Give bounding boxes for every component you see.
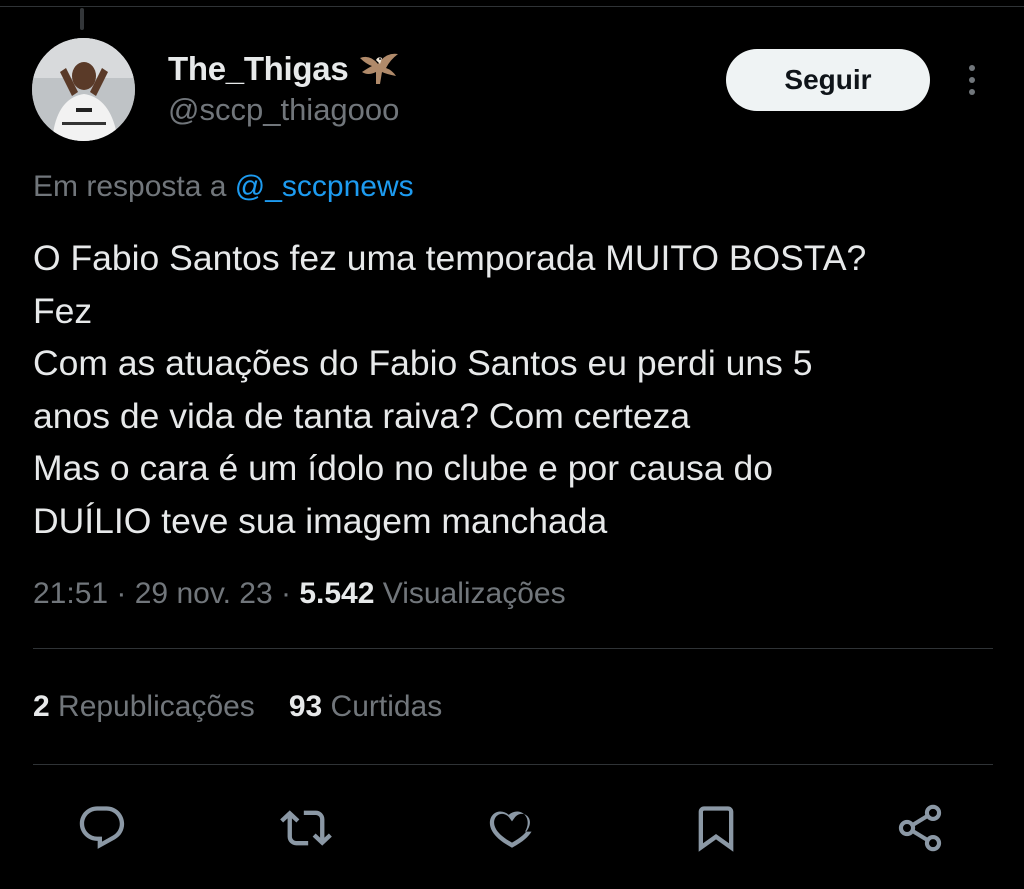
tweet-detail: The_Thigas @sccp_thiagooo Seguir Em resp… [0, 0, 1024, 889]
follow-button[interactable]: Seguir [726, 49, 930, 111]
reply-context: Em resposta a @_sccpnews [33, 170, 414, 204]
share-icon [898, 804, 942, 852]
tweet-date[interactable]: 29 nov. 23 [135, 577, 273, 610]
likes-count: 93 [288, 690, 323, 723]
reposts-label: Republicações [49, 690, 255, 723]
like-button[interactable] [484, 800, 540, 856]
reply-prefix: Em resposta a [33, 170, 235, 203]
display-name[interactable]: The_Thigas [168, 50, 349, 88]
repost-icon [280, 810, 332, 846]
meta-separator: · [272, 577, 300, 610]
avatar-photo [32, 38, 135, 141]
tweet-line: Com as atuações do Fabio Santos eu perdi… [33, 343, 813, 383]
repost-button[interactable] [278, 800, 334, 856]
eagle-icon [356, 50, 400, 88]
tweet-line: DUÍLIO teve sua imagem manchada [33, 500, 608, 541]
tweet-meta: 21:51 · 29 nov. 23 · 5.542 Visualizações [33, 577, 566, 611]
tweet-line: O Fabio Santos fez uma temporada MUITO B… [33, 238, 867, 278]
divider [33, 648, 993, 649]
views-label: Visualizações [374, 577, 566, 610]
share-button[interactable] [892, 800, 948, 856]
more-options-icon[interactable] [962, 62, 982, 98]
likes-label: Curtidas [322, 690, 443, 723]
reposts-count: 2 [33, 690, 50, 723]
tweet-line: Mas o cara é um ídolo no clube e por cau… [33, 448, 774, 488]
views-count: 5.542 [299, 577, 375, 610]
reposts-stat[interactable]: 2 Republicações [33, 690, 255, 724]
tweet-line: Fez [33, 290, 93, 331]
reply-icon [79, 806, 125, 849]
author-name-row[interactable]: The_Thigas [168, 50, 400, 88]
divider [33, 764, 993, 765]
reply-mention-link[interactable]: @_sccpnews [235, 170, 414, 203]
bookmark-button[interactable] [688, 800, 744, 856]
author-handle[interactable]: @sccp_thiagooo [168, 92, 399, 128]
likes-stat[interactable]: 93 Curtidas [289, 690, 442, 724]
tweet-time[interactable]: 21:51 [33, 577, 108, 610]
reply-button[interactable] [74, 800, 130, 856]
meta-separator: · [108, 577, 135, 610]
top-divider [0, 6, 1024, 7]
thread-connector [80, 8, 84, 30]
tweet-line: anos de vida de tanta raiva? Com certeza [33, 395, 691, 436]
engagement-stats: 2 Republicações 93 Curtidas [33, 690, 442, 724]
tweet-text: O Fabio Santos fez uma temporada MUITO B… [33, 232, 993, 547]
bookmark-icon [698, 806, 734, 852]
avatar[interactable] [32, 38, 135, 141]
like-icon [489, 811, 532, 848]
